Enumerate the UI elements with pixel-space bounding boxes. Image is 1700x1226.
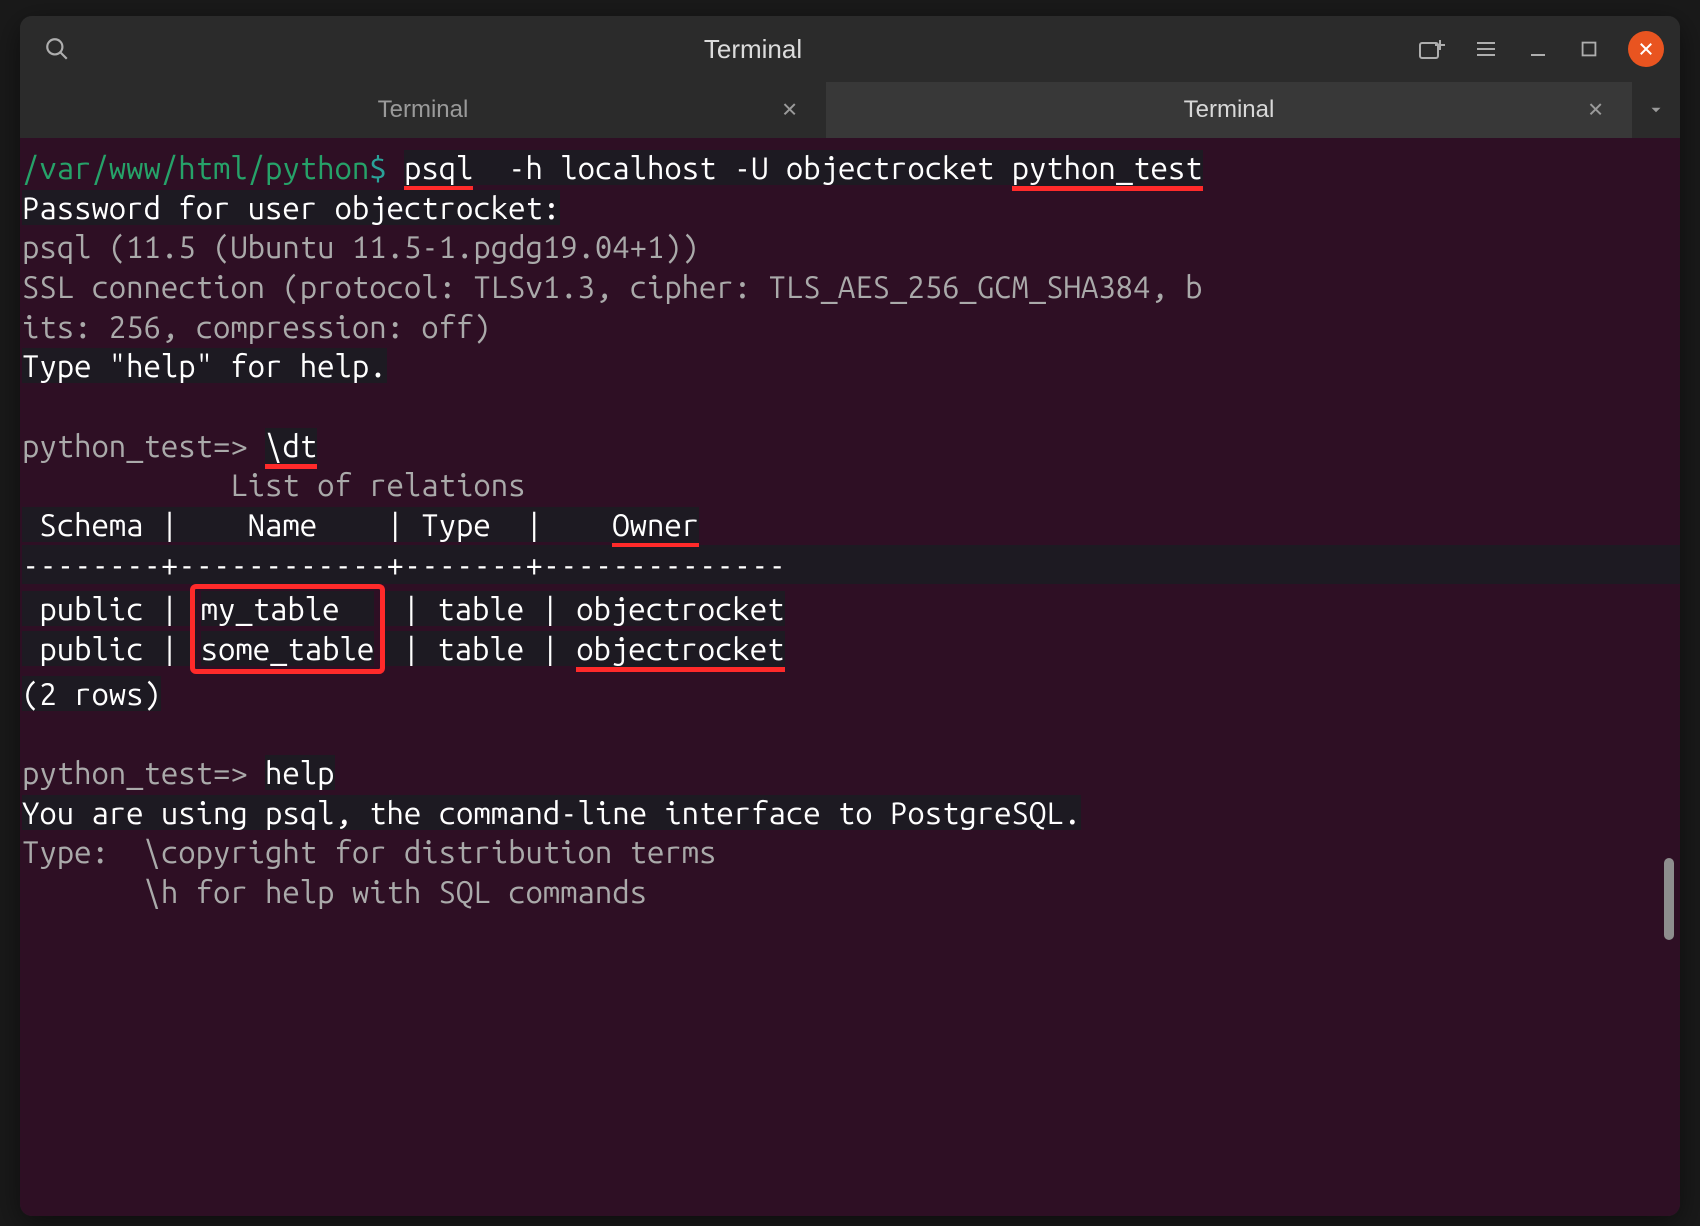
close-button[interactable] [1628,31,1664,67]
terminal-line: Password for user objectrocket: [22,188,1680,228]
tab-terminal-1[interactable]: Terminal ✕ [20,82,826,138]
table-divider: --------+------------+-------+----------… [22,545,1680,585]
terminal-line: You are using psql, the command-line int… [22,793,1680,833]
tab-label: Terminal [378,96,469,124]
prompt-symbol: $ [369,150,386,185]
table-row: public | my_table | table | objectrocket [22,584,1680,629]
window-title: Terminal [88,34,1418,65]
cmd-psql: psql [404,150,473,191]
cmd-help: help [265,755,334,790]
terminal-line: python_test=> help [22,753,1680,793]
maximize-button[interactable] [1578,38,1600,60]
terminal-line [22,713,1680,753]
terminal-line: Type "help" for help. [22,346,1680,386]
tab-label: Terminal [1184,96,1275,124]
table-header: Schema | Name | Type | Owner [22,505,1680,545]
title-bar: Terminal [20,16,1680,82]
close-tab-icon[interactable]: ✕ [1587,98,1604,123]
terminal-line: Type: \copyright for distribution terms [22,832,1680,872]
tab-terminal-2[interactable]: Terminal ✕ [826,82,1632,138]
tab-dropdown-button[interactable] [1632,82,1680,138]
scrollbar-thumb[interactable] [1664,858,1674,940]
terminal-line: python_test=> \dt [22,426,1680,466]
new-tab-icon[interactable] [1418,37,1446,61]
terminal-body[interactable]: /var/www/html/python$ psql -h localhost … [20,138,1680,1216]
cmd-dt: \dt [265,428,317,469]
tab-bar: Terminal ✕ Terminal ✕ [20,82,1680,138]
terminal-window: Terminal [20,16,1680,1216]
close-tab-icon[interactable]: ✕ [781,98,798,123]
header-owner: Owner [612,507,699,547]
terminal-line: /var/www/html/python$ psql -h localhost … [22,148,1680,188]
cmd-flags: -h localhost -U objectrocket [473,150,1011,185]
terminal-line: SSL connection (protocol: TLSv1.3, ciphe… [22,267,1680,307]
terminal-line: \h for help with SQL commands [22,872,1680,912]
cmd-dbname: python_test [1012,150,1203,191]
search-icon[interactable] [44,36,70,62]
table-row: public | some_table | table | objectrock… [22,629,1680,674]
terminal-line: its: 256, compression: off) [22,307,1680,347]
rows-count: (2 rows) [22,674,1680,714]
relations-title: List of relations [22,465,1680,505]
row1-name: my_table [201,591,375,626]
row2-owner: objectrocket [576,631,784,672]
prompt-path: /var/www/html/python [22,150,369,185]
red-box-top: my_table [190,584,386,629]
hamburger-menu-icon[interactable] [1474,37,1498,61]
row2-name: some_table [201,631,375,666]
terminal-line: psql (11.5 (Ubuntu 11.5-1.pgdg19.04+1)) [22,227,1680,267]
terminal-line [22,386,1680,426]
minimize-button[interactable] [1526,37,1550,61]
red-box-bottom: some_table [190,629,386,674]
